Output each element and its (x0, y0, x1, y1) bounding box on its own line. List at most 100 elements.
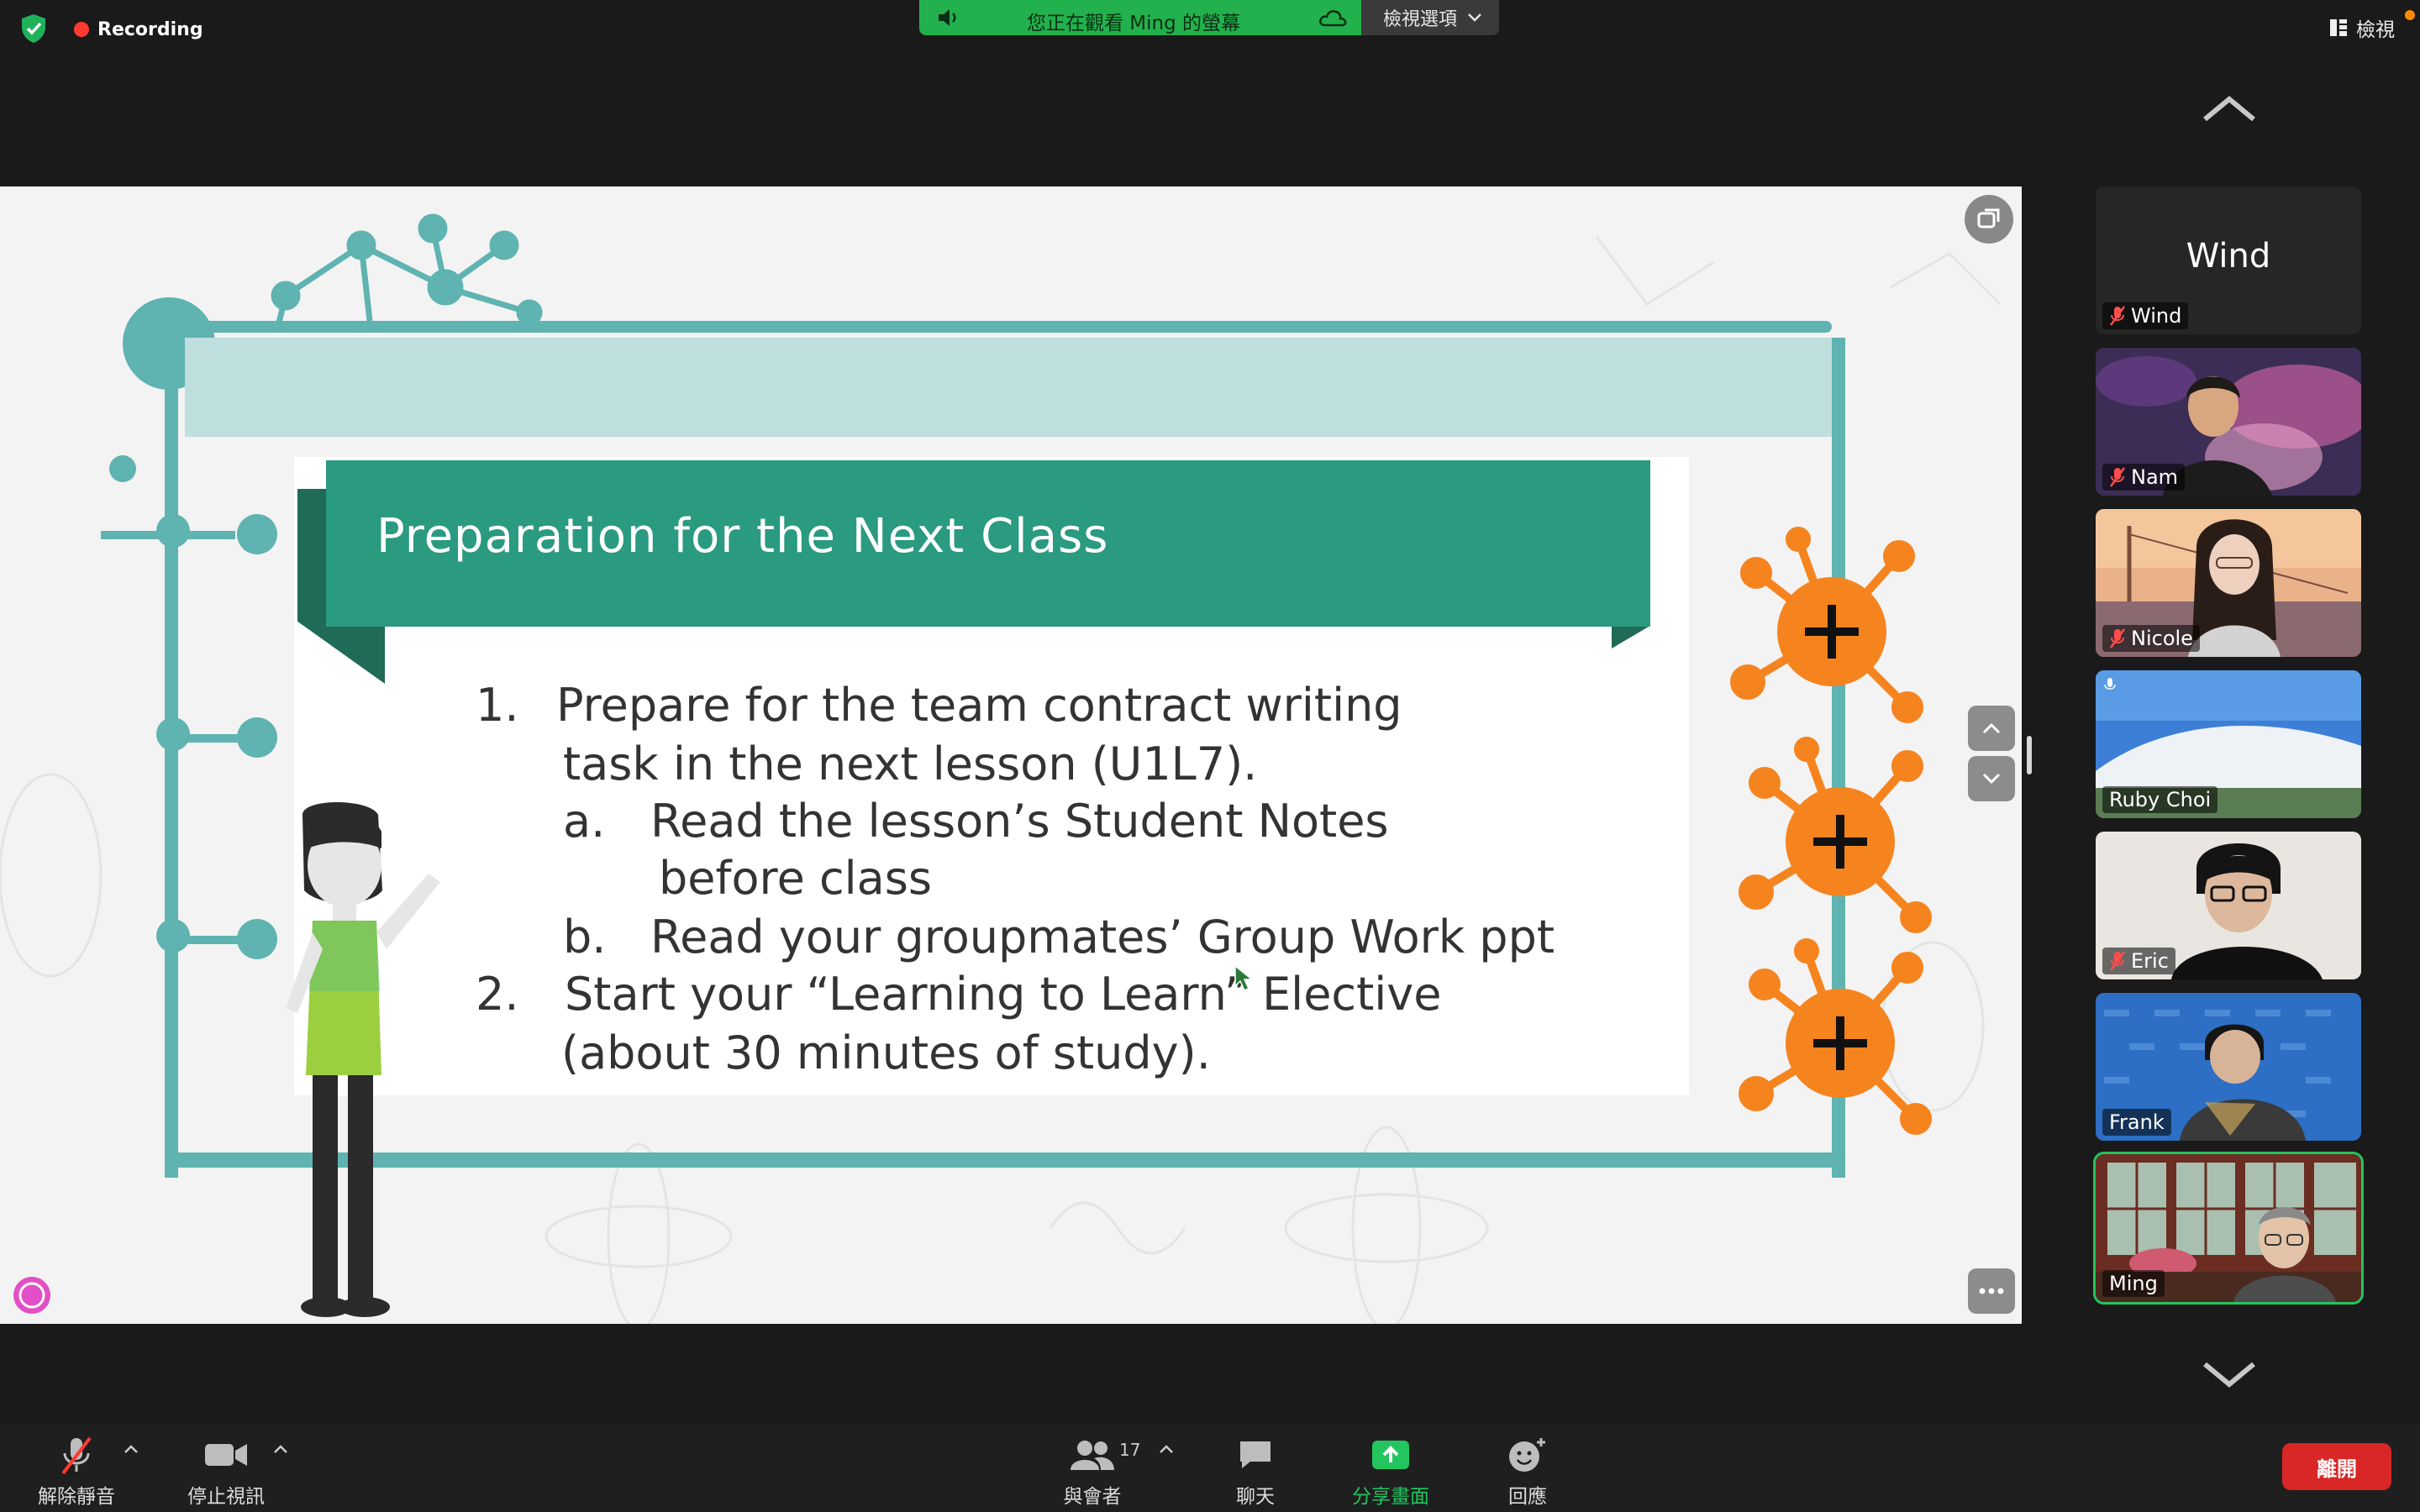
slide-line: before class (659, 852, 933, 905)
leave-meeting-button[interactable]: 離開 (2282, 1443, 2391, 1490)
mouse-cursor-icon (1234, 964, 1255, 991)
slide-header-band (185, 338, 1832, 437)
participant-name-label: Ruby Choi (2102, 786, 2218, 813)
frame-node (109, 455, 136, 482)
annotate-button[interactable] (1965, 195, 2013, 244)
frame-node (156, 919, 190, 953)
cloud-icon (1318, 10, 1347, 27)
muted-mic-icon (2109, 628, 2126, 648)
girl-illustration (286, 802, 440, 1317)
participant-name: Eric (2131, 949, 2169, 973)
frame-node (156, 717, 190, 751)
speaker-icon[interactable] (936, 8, 960, 28)
share-screen-icon (1370, 1433, 1411, 1477)
more-options-button[interactable] (1968, 1268, 2015, 1314)
slide-line: a. (563, 795, 606, 848)
grid-layout-icon (2330, 19, 2347, 36)
video-camera-icon (203, 1433, 249, 1477)
participant-tile-ming[interactable]: Ming (2093, 1152, 2364, 1305)
recording-indicator[interactable]: Recording (74, 17, 203, 42)
slide-line: Prepare for the team contract writing (556, 679, 1402, 732)
gallery-scroll-up-icon[interactable] (2200, 92, 2259, 126)
panel-resize-handle[interactable] (2027, 736, 2032, 774)
view-options-dropdown[interactable]: 檢視選項 (1361, 0, 1499, 35)
chat-button[interactable]: 聊天 (1215, 1433, 1296, 1509)
reactions-button[interactable]: 回應 (1487, 1433, 1568, 1509)
participant-name: Frank (2109, 1110, 2165, 1134)
participants-label: 與會者 (1063, 1486, 1122, 1508)
virus-decoration (1739, 737, 1932, 933)
meeting-toolbar: 解除靜音 停止視訊 17 與會者 聊天 分享畫面 回應 離開 (0, 1423, 2420, 1512)
participant-tile-nam[interactable]: Nam (2096, 348, 2361, 496)
participant-tile-eric[interactable]: Eric (2096, 832, 2361, 979)
slide-line: Start your “Learning to Learn” Elective (565, 968, 1442, 1021)
participant-tile-ruby-choi[interactable]: Ruby Choi (2096, 670, 2361, 818)
viewing-screen-indicator: 您正在觀看 Ming 的螢幕 (919, 0, 1361, 35)
muted-mic-icon (2109, 306, 2126, 326)
slide-title: Preparation for the Next Class (376, 509, 1109, 564)
participant-name-label: Nicole (2102, 625, 2200, 652)
slide-line: 2. (476, 968, 519, 1021)
participant-name-label: Wind (2102, 302, 2189, 329)
participants-button[interactable]: 17 與會者 (1050, 1433, 1141, 1509)
presenter-avatar-icon[interactable] (12, 1275, 52, 1315)
participant-count-badge: 17 (1119, 1440, 1141, 1460)
slide-line: task in the next lesson (U1L7). (563, 738, 1258, 790)
video-options-chevron-icon[interactable] (272, 1443, 289, 1455)
shared-screen[interactable]: Preparation for the Next Class 1. Prepar… (0, 186, 2022, 1324)
audio-options-chevron-icon[interactable] (123, 1443, 139, 1455)
participant-video (2171, 843, 2323, 979)
participant-name-label: Eric (2102, 948, 2175, 974)
participant-name: Nicole (2131, 627, 2193, 650)
virus-decoration (1739, 938, 1932, 1135)
muted-mic-icon (58, 1433, 95, 1477)
chevron-down-icon (1982, 773, 2001, 785)
slide-line: b. (563, 911, 607, 963)
muted-mic-icon (2109, 467, 2126, 487)
top-bar: Recording 您正在觀看 Ming 的螢幕 檢視選項 檢視 (0, 0, 2420, 55)
slide-frame-top (185, 321, 1832, 333)
stop-video-button[interactable]: 停止視訊 (180, 1433, 272, 1509)
participants-options-chevron-icon[interactable] (1158, 1443, 1175, 1455)
participant-tile-wind[interactable]: Wind Wind (2096, 186, 2361, 334)
share-screen-button[interactable]: 分享畫面 (1344, 1433, 1437, 1509)
participant-tile-frank[interactable]: Frank (2096, 993, 2361, 1141)
participant-name-label: Ming (2102, 1270, 2165, 1297)
chat-label: 聊天 (1236, 1486, 1275, 1508)
slide-line: (about 30 minutes of study). (561, 1026, 1211, 1079)
muted-mic-icon (2109, 951, 2126, 971)
mic-icon (2104, 678, 2116, 690)
slide-line: Read the lesson’s Student Notes (650, 795, 1389, 848)
pop-out-icon (1977, 208, 2000, 228)
participant-name: Ruby Choi (2109, 788, 2212, 811)
chevron-up-icon (1982, 722, 2001, 734)
slide-line: Read your groupmates’ Group Work ppt (650, 911, 1555, 963)
slide-frame-left (165, 338, 178, 1178)
gallery-scroll-down-icon[interactable] (2200, 1357, 2259, 1391)
ellipsis-icon (1979, 1288, 2004, 1294)
recording-label: Recording (97, 18, 203, 40)
virus-decoration (1730, 527, 1923, 723)
frame-node (237, 514, 277, 554)
view-layout-button[interactable]: 檢視 (2329, 13, 2395, 42)
view-label: 檢視 (2356, 19, 2395, 41)
participant-name: Nam (2131, 465, 2179, 489)
security-shield-icon[interactable] (17, 12, 50, 45)
participant-tile-nicole[interactable]: Nicole (2096, 509, 2361, 657)
participant-video (2180, 1024, 2306, 1141)
scroll-down-button[interactable] (1968, 756, 2015, 801)
chat-bubble-icon (1237, 1433, 1274, 1477)
participants-icon: 17 (1071, 1433, 1140, 1477)
unmute-button[interactable]: 解除靜音 (30, 1433, 123, 1509)
chevron-down-icon (1468, 13, 1481, 22)
scroll-up-button[interactable] (1968, 706, 2015, 751)
participant-video (2233, 1207, 2336, 1302)
screen-share-banner: 您正在觀看 Ming 的螢幕 檢視選項 (919, 0, 1499, 35)
participant-display-name: Wind (2186, 237, 2271, 276)
stop-video-label: 停止視訊 (187, 1486, 265, 1508)
participant-name-label: Nam (2102, 464, 2186, 491)
share-screen-label: 分享畫面 (1352, 1486, 1429, 1508)
viewing-screen-text: 您正在觀看 Ming 的螢幕 (1027, 13, 1241, 34)
recording-dot-icon (74, 22, 89, 37)
view-options-label: 檢視選項 (1383, 9, 1458, 30)
